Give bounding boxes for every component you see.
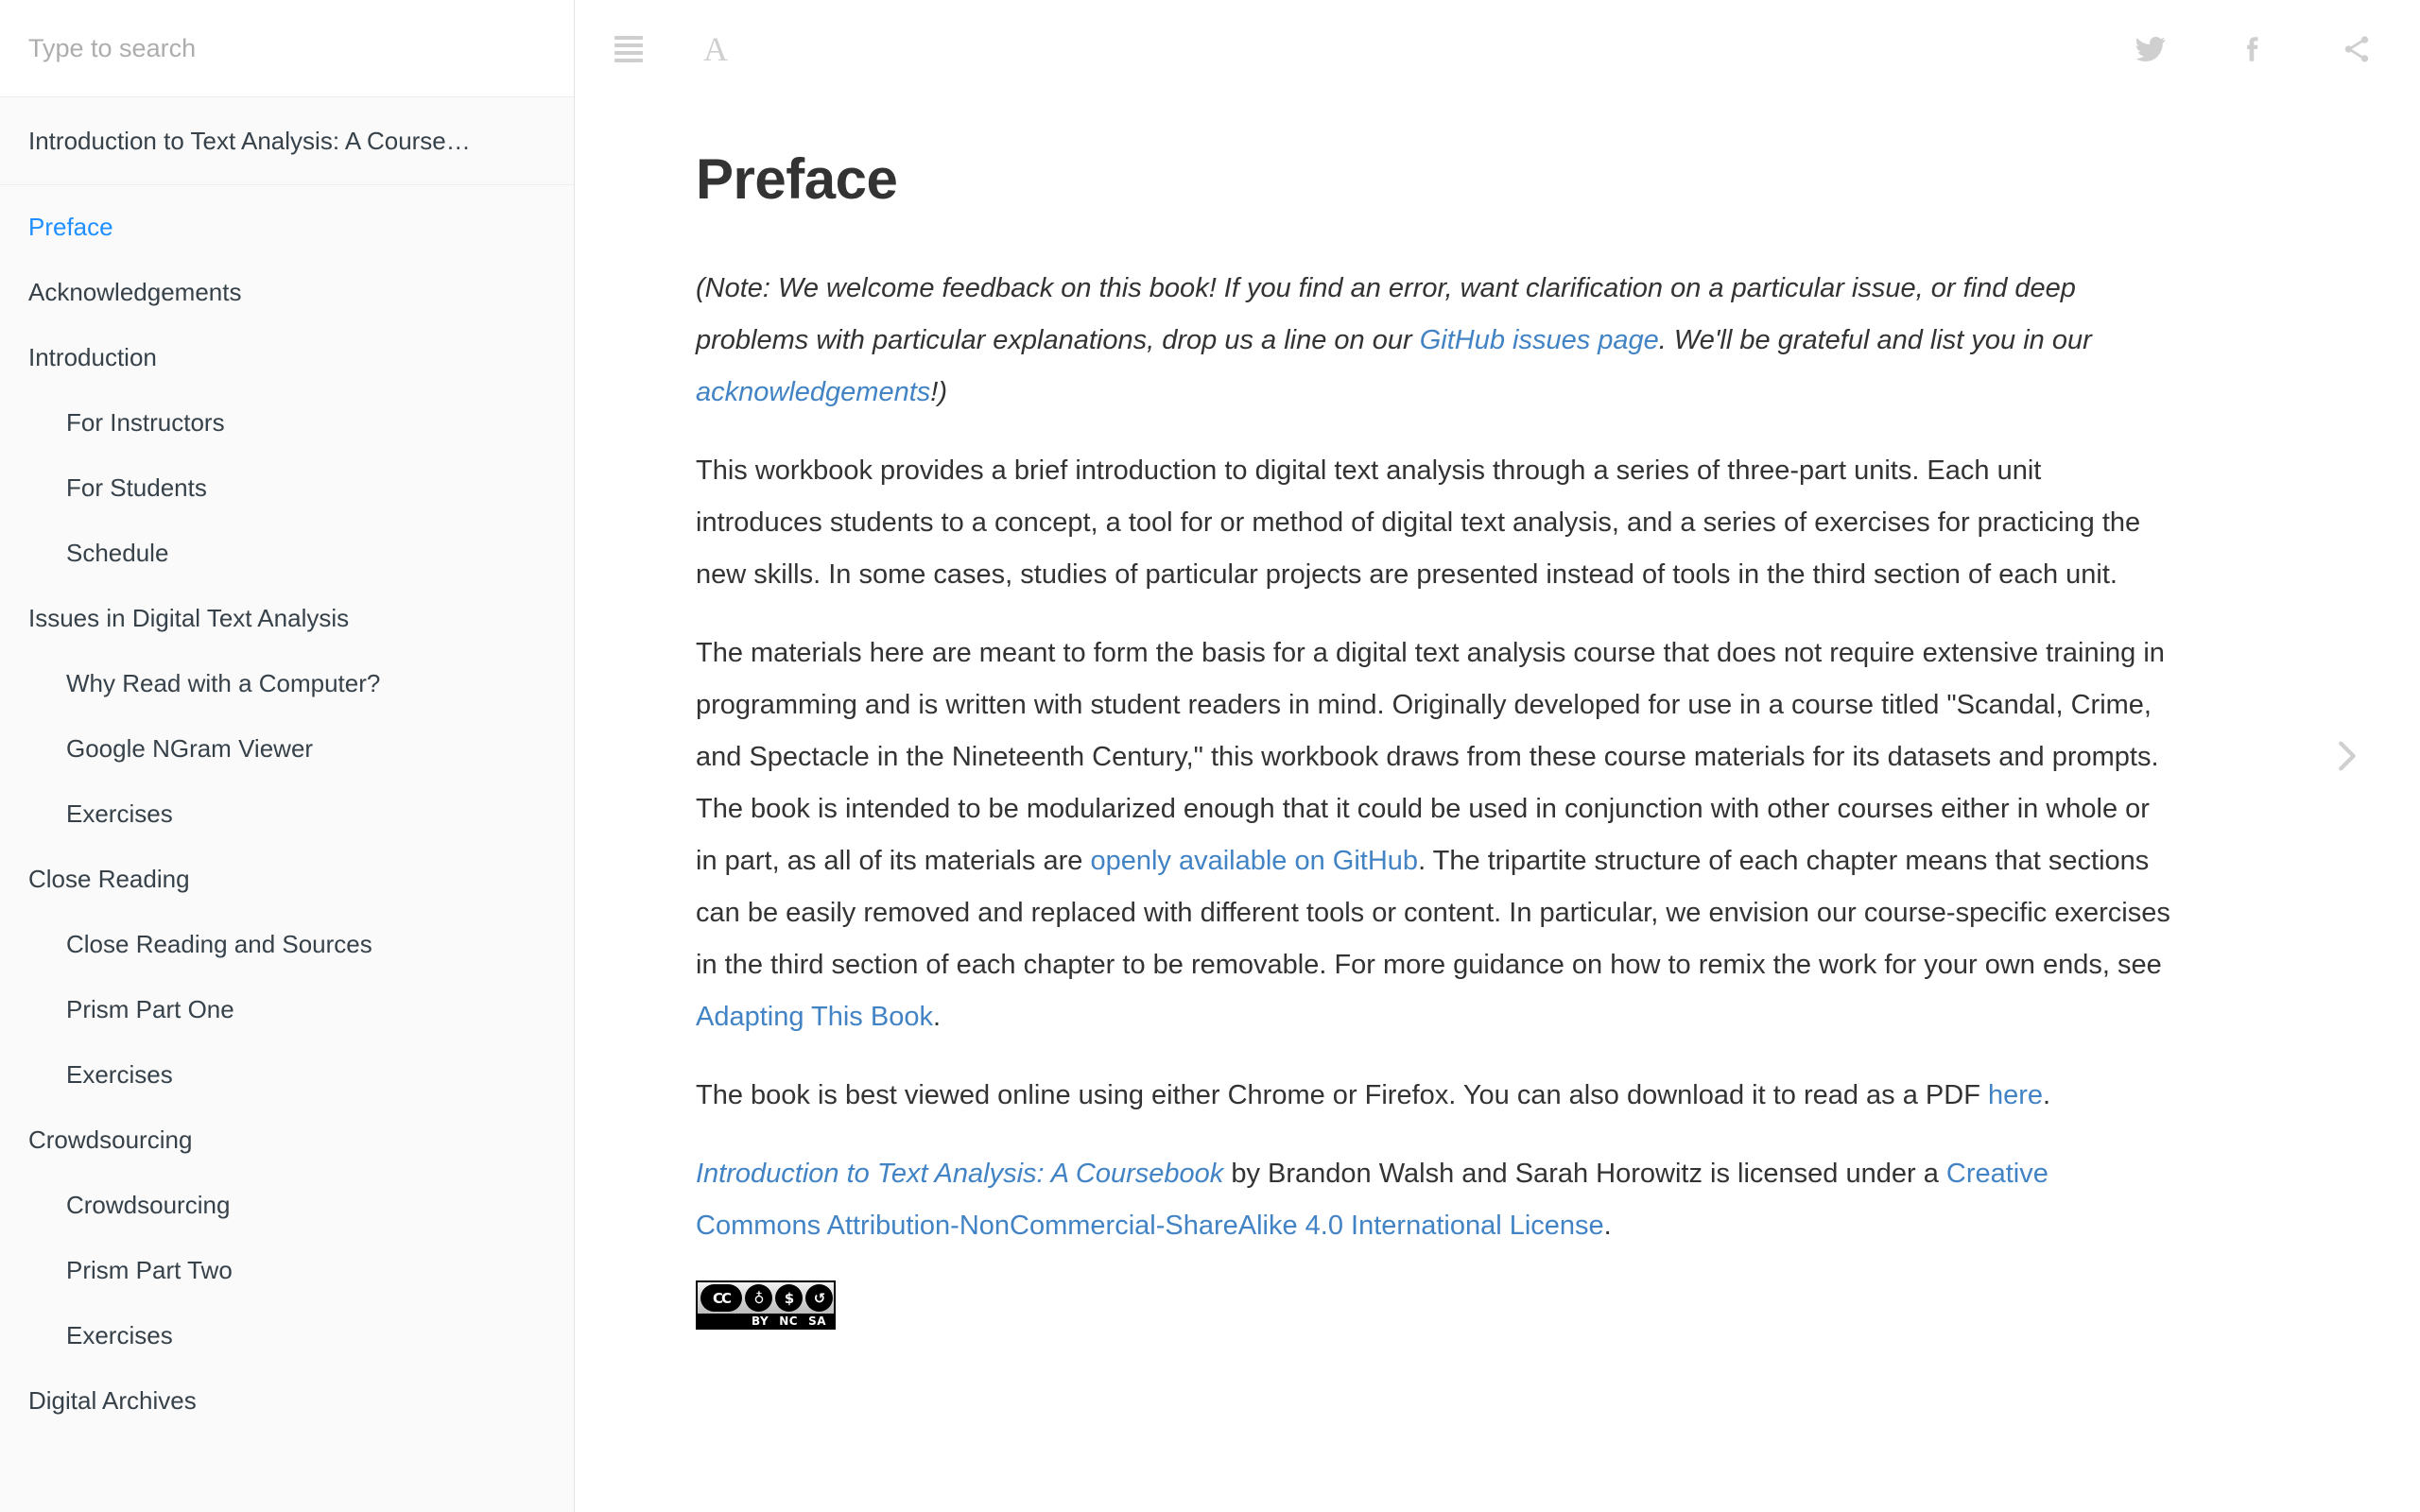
para2-text-after: . [932, 1002, 942, 1032]
share-icon[interactable] [2336, 28, 2377, 70]
note-paragraph: (Note: We welcome feedback on this book!… [696, 263, 2170, 419]
main-content: A Preface (Note: We welcome feedback on … [575, 0, 2420, 1512]
cc-badge-icons: CC ♁ $ ↺ [698, 1282, 834, 1314]
sidebar-item-prism-part-one[interactable]: Prism Part One [0, 988, 574, 1030]
top-toolbar: A [575, 0, 2420, 97]
sidebar-item-for-instructors[interactable]: For Instructors [0, 402, 574, 443]
facebook-icon[interactable] [2233, 28, 2274, 70]
book-title-link[interactable]: Introduction to Text Analysis: A Courseb… [696, 1159, 1223, 1189]
para2-text-before: The materials here are meant to form the… [696, 638, 2165, 876]
paragraph-1: This workbook provides a brief introduct… [696, 455, 2141, 590]
cc-label-nc: NC [779, 1314, 799, 1328]
note-text-after: !) [930, 377, 947, 407]
note-text-middle: . We'll be grateful and list you in our [1658, 325, 2092, 355]
sidebar-item-exercises[interactable]: Exercises [0, 1054, 574, 1095]
cc-nc-dollar-icon: $ [775, 1284, 803, 1312]
sidebar-item-close-reading[interactable]: Close Reading [0, 858, 574, 900]
search-row [0, 0, 574, 97]
paragraph-3: The book is best viewed online using eit… [696, 1070, 2170, 1122]
page-inner: Preface (Note: We welcome feedback on th… [696, 97, 2170, 1334]
para3-text-before: The book is best viewed online using eit… [696, 1080, 1988, 1110]
app-root: Introduction to Text Analysis: A Course…… [0, 0, 2420, 1512]
cc-label-by: BY [752, 1314, 769, 1328]
table-of-contents: Preface Acknowledgements Introduction For I… [0, 185, 574, 1512]
page-title: Preface [696, 147, 898, 211]
sidebar-item-why-read-with-a-computer[interactable]: Why Read with a Computer? [0, 662, 574, 704]
sidebar-item-close-reading-and-sources[interactable]: Close Reading and Sources [0, 923, 574, 965]
cc-logo-icon: CC [700, 1284, 742, 1312]
adapting-this-book-link[interactable]: Adapting This Book [696, 1002, 933, 1032]
twitter-icon[interactable] [2130, 28, 2171, 70]
hamburger-menu-icon[interactable] [608, 28, 649, 70]
sidebar-item-crowdsourcing[interactable]: Crowdsourcing [0, 1184, 574, 1226]
hamburger-glyph [614, 35, 643, 62]
license-text-after: . [1603, 1211, 1612, 1241]
cc-by-person-icon: ♁ [745, 1284, 772, 1312]
openly-available-github-link[interactable]: openly available on GitHub [1090, 846, 1418, 876]
sidebar-item-exercises[interactable]: Exercises [0, 1314, 574, 1356]
sidebar-item-issues-in-digital-text-analysis[interactable]: Issues in Digital Text Analysis [0, 597, 574, 639]
sidebar-item-exercises[interactable]: Exercises [0, 793, 574, 834]
book-title-row[interactable]: Introduction to Text Analysis: A Course… [0, 97, 574, 185]
font-size-a-label: A [703, 29, 728, 68]
sidebar-item-introduction[interactable]: Introduction [0, 336, 574, 378]
sidebar: Introduction to Text Analysis: A Course…… [0, 0, 575, 1512]
book-title: Introduction to Text Analysis: A Course… [28, 126, 471, 155]
license-text-middle: by Brandon Walsh and Sarah Horowitz is l… [1223, 1159, 1946, 1189]
para3-text-after: . [2043, 1080, 2051, 1110]
toolbar-right-group [2130, 28, 2377, 70]
cc-sa-share-icon: ↺ [805, 1284, 833, 1312]
sidebar-item-crowdsourcing[interactable]: Crowdsourcing [0, 1119, 574, 1160]
license-paragraph: Introduction to Text Analysis: A Courseb… [696, 1148, 2170, 1252]
sidebar-item-digital-archives[interactable]: Digital Archives [0, 1380, 574, 1421]
sidebar-item-for-students[interactable]: For Students [0, 467, 574, 508]
chevron-right-icon [2339, 741, 2356, 771]
pdf-download-link[interactable]: here [1988, 1080, 2043, 1110]
github-issues-link[interactable]: GitHub issues page [1420, 325, 1659, 355]
cc-label-sa: SA [808, 1314, 826, 1328]
sidebar-item-prism-part-two[interactable]: Prism Part Two [0, 1249, 574, 1291]
sidebar-item-preface[interactable]: Preface [0, 206, 574, 248]
cc-badge-labels: BY NC SA [696, 1314, 836, 1329]
toolbar-left-group: A [608, 28, 736, 70]
sidebar-item-acknowledgements[interactable]: Acknowledgements [0, 271, 574, 313]
creative-commons-badge[interactable]: CC ♁ $ ↺ BY NC SA [696, 1280, 836, 1330]
paragraph-2: The materials here are meant to form the… [696, 627, 2170, 1043]
sidebar-item-schedule[interactable]: Schedule [0, 532, 574, 574]
acknowledgements-link[interactable]: acknowledgements [696, 377, 930, 407]
search-input[interactable] [28, 33, 545, 63]
page-scroll-area[interactable]: Preface (Note: We welcome feedback on th… [575, 97, 2420, 1512]
sidebar-item-google-ngram-viewer[interactable]: Google NGram Viewer [0, 728, 574, 769]
next-page-button[interactable] [2318, 728, 2375, 784]
font-settings-icon[interactable]: A [695, 28, 736, 70]
